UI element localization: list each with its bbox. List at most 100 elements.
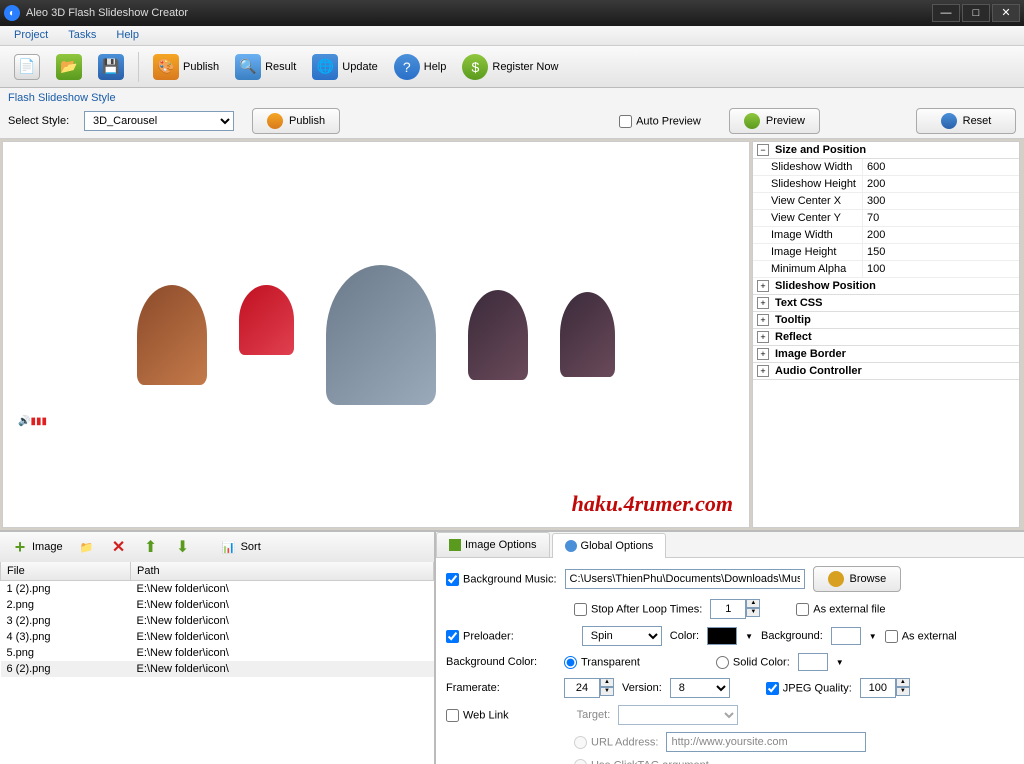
help-button[interactable]: ?Help <box>388 50 453 84</box>
menu-help[interactable]: Help <box>106 26 149 45</box>
property-category[interactable]: +Audio Controller <box>753 363 1019 380</box>
framerate-spinner[interactable]: ▲▼ <box>564 678 614 698</box>
update-button[interactable]: 🌐Update <box>306 50 383 84</box>
open-button[interactable]: 📂 <box>50 50 88 84</box>
preloader-check[interactable]: Preloader: <box>446 630 514 643</box>
file-name: 1 (2).png <box>1 581 131 598</box>
auto-preview-checkbox[interactable]: Auto Preview <box>619 115 701 128</box>
property-category[interactable]: +Image Border <box>753 346 1019 363</box>
preview-button[interactable]: Preview <box>729 108 820 134</box>
property-grid[interactable]: − Size and Position Slideshow Width600Sl… <box>752 141 1020 528</box>
property-category[interactable]: +Slideshow Position <box>753 278 1019 295</box>
external-check-2[interactable]: As external <box>885 630 957 643</box>
gear-icon <box>941 113 957 129</box>
publish-style-button[interactable]: Publish <box>252 108 340 134</box>
table-row[interactable]: 3 (2).pngE:\New folder\icon\ <box>1 613 434 629</box>
watermark-text: haku.4rumer.com <box>572 491 733 517</box>
publish-button[interactable]: 🎨Publish <box>147 50 225 84</box>
save-button[interactable]: 💾 <box>92 50 130 84</box>
add-image-button[interactable]: +Image <box>6 536 69 558</box>
bg-music-check[interactable]: Background Music: <box>446 573 557 586</box>
stop-after-spinner[interactable]: ▲▼ <box>710 599 760 619</box>
global-options-body: Background Music: Browse Stop After Loop… <box>436 558 1024 764</box>
target-select[interactable] <box>618 705 738 725</box>
minimize-button[interactable]: — <box>932 4 960 22</box>
web-link-check[interactable]: Web Link <box>446 709 509 722</box>
collapse-icon[interactable]: − <box>757 144 769 156</box>
col-file[interactable]: File <box>1 562 131 581</box>
property-row[interactable]: Slideshow Height200 <box>753 176 1019 193</box>
expand-icon[interactable]: + <box>757 297 769 309</box>
tab-global-options[interactable]: Global Options <box>552 533 667 558</box>
property-category[interactable]: +Tooltip <box>753 312 1019 329</box>
property-value[interactable]: 200 <box>863 176 1019 192</box>
table-row[interactable]: 2.pngE:\New folder\icon\ <box>1 597 434 613</box>
add-folder-button[interactable]: 📁 <box>73 536 101 558</box>
table-row[interactable]: 5.pngE:\New folder\icon\ <box>1 645 434 661</box>
result-button[interactable]: 🔍Result <box>229 50 302 84</box>
category-label: Size and Position <box>773 142 1019 158</box>
property-row[interactable]: Image Height150 <box>753 244 1019 261</box>
external-file-check[interactable]: As external file <box>796 603 885 616</box>
jpeg-quality-check[interactable]: JPEG Quality: <box>766 682 852 695</box>
update-label: Update <box>342 61 377 73</box>
preloader-select[interactable]: Spin <box>582 626 662 646</box>
expand-icon[interactable]: + <box>757 331 769 343</box>
property-row[interactable]: Slideshow Width600 <box>753 159 1019 176</box>
new-button[interactable]: 📄 <box>8 50 46 84</box>
browse-button[interactable]: Browse <box>813 566 902 592</box>
expand-icon[interactable]: + <box>757 280 769 292</box>
table-row[interactable]: 1 (2).pngE:\New folder\icon\ <box>1 581 434 598</box>
property-row[interactable]: View Center X300 <box>753 193 1019 210</box>
move-down-button[interactable]: ⬇ <box>169 536 197 558</box>
version-select[interactable]: 8 <box>670 678 730 698</box>
property-category[interactable]: − Size and Position <box>753 142 1019 159</box>
property-row[interactable]: View Center Y70 <box>753 210 1019 227</box>
app-icon: ◐ <box>4 5 20 21</box>
style-select[interactable]: 3D_Carousel <box>84 111 234 131</box>
sort-button[interactable]: 📊Sort <box>215 536 267 558</box>
expand-icon[interactable]: + <box>757 314 769 326</box>
menu-project[interactable]: Project <box>4 26 58 45</box>
url-address-radio[interactable]: URL Address: <box>574 736 658 749</box>
delete-button[interactable]: ✕ <box>105 536 133 558</box>
property-value[interactable]: 150 <box>863 244 1019 260</box>
expand-icon[interactable]: + <box>757 365 769 377</box>
property-row[interactable]: Image Width200 <box>753 227 1019 244</box>
solid-radio[interactable]: Solid Color: <box>716 656 790 669</box>
register-button[interactable]: $Register Now <box>456 50 564 84</box>
property-value[interactable]: 200 <box>863 227 1019 243</box>
menu-tasks[interactable]: Tasks <box>58 26 106 45</box>
table-row[interactable]: 6 (2).pngE:\New folder\icon\ <box>1 661 434 677</box>
move-up-button[interactable]: ⬆ <box>137 536 165 558</box>
reset-button[interactable]: Reset <box>916 108 1016 134</box>
bg-music-path[interactable] <box>565 569 805 589</box>
publish-icon: 🎨 <box>153 54 179 80</box>
property-category[interactable]: +Text CSS <box>753 295 1019 312</box>
table-row[interactable]: 4 (3).pngE:\New folder\icon\ <box>1 629 434 645</box>
close-button[interactable]: ✕ <box>992 4 1020 22</box>
property-value[interactable]: 600 <box>863 159 1019 175</box>
preloader-bg-swatch[interactable] <box>831 627 861 645</box>
expand-icon[interactable]: + <box>757 348 769 360</box>
property-row[interactable]: Minimum Alpha100 <box>753 261 1019 278</box>
url-input[interactable] <box>666 732 866 752</box>
tab-image-options[interactable]: Image Options <box>436 532 550 557</box>
property-category[interactable]: +Reflect <box>753 329 1019 346</box>
maximize-button[interactable]: □ <box>962 4 990 22</box>
jpeg-quality-spinner[interactable]: ▲▼ <box>860 678 910 698</box>
transparent-radio[interactable]: Transparent <box>564 656 640 669</box>
solid-color-swatch[interactable] <box>798 653 828 671</box>
save-icon: 💾 <box>98 54 124 80</box>
audio-indicator-icon: 🔊▮▮▮ <box>18 416 47 427</box>
main-toolbar: 📄 📂 💾 🎨Publish 🔍Result 🌐Update ?Help $Re… <box>0 46 1024 88</box>
stop-after-check[interactable]: Stop After Loop Times: <box>574 603 702 616</box>
col-path[interactable]: Path <box>131 562 434 581</box>
file-path: E:\New folder\icon\ <box>131 581 434 598</box>
file-table[interactable]: File Path 1 (2).pngE:\New folder\icon\2.… <box>0 562 434 764</box>
property-value[interactable]: 70 <box>863 210 1019 226</box>
clicktag-radio[interactable]: Use ClickTAG argument <box>574 759 709 764</box>
preloader-color-swatch[interactable] <box>707 627 737 645</box>
property-value[interactable]: 300 <box>863 193 1019 209</box>
property-value[interactable]: 100 <box>863 261 1019 277</box>
